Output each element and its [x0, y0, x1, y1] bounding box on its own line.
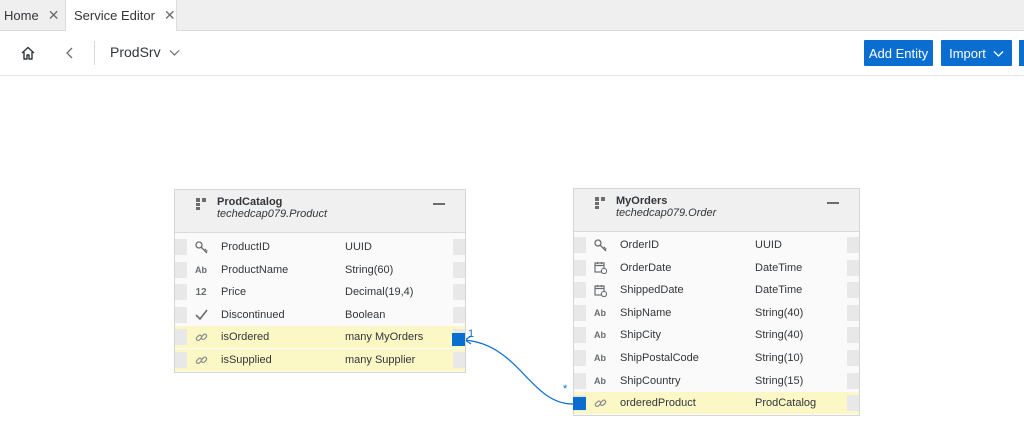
property-name: ProductName: [221, 263, 289, 276]
association-link: [463, 335, 574, 405]
property-type: String(40): [755, 306, 804, 319]
entity-prodcatalog[interactable]: ProdCatalog techedcap079.Product Product…: [174, 189, 466, 373]
entity-header[interactable]: MyOrders techedcap079.Order: [574, 189, 859, 232]
checkmark-icon: [194, 308, 208, 322]
property-row[interactable]: Ab ShipCountry String(15): [574, 370, 859, 392]
text-type-icon: Ab: [594, 307, 606, 318]
property-name: isOrdered: [221, 331, 270, 344]
link-icon: [194, 330, 208, 344]
entity-myorders[interactable]: MyOrders techedcap079.Order OrderID UUID O…: [573, 188, 860, 416]
property-name: ProductID: [221, 241, 270, 253]
property-type: Decimal(19,4): [345, 286, 414, 299]
row-left-handle[interactable]: [175, 329, 187, 346]
property-name: ShipCity: [620, 329, 661, 342]
property-row[interactable]: 12 Price Decimal(19,4): [175, 281, 465, 303]
row-right-handle[interactable]: [847, 327, 859, 344]
property-name: OrderID: [620, 239, 660, 251]
property-name: Price: [221, 286, 247, 299]
row-left-handle[interactable]: [574, 259, 586, 276]
row-left-handle[interactable]: [175, 284, 187, 301]
entity-subtitle: techedcap079.Order: [616, 207, 717, 219]
property-type: String(60): [345, 263, 394, 276]
property-row[interactable]: Ab ShipPostalCode String(10): [574, 347, 859, 369]
text-type-icon: Ab: [594, 330, 606, 341]
association-target-handle[interactable]: [573, 397, 586, 410]
property-row[interactable]: Discontinued Boolean: [175, 304, 465, 326]
entity-subtitle: techedcap079.Product: [217, 208, 328, 220]
property-name: Discontinued: [221, 308, 285, 321]
property-row[interactable]: orderedProduct ProdCatalog: [574, 392, 859, 415]
link-icon: [593, 396, 607, 410]
row-left-handle[interactable]: [574, 304, 586, 321]
property-name: ShipPostalCode: [620, 352, 699, 364]
row-left-handle[interactable]: [574, 372, 586, 389]
property-name: ShipName: [620, 306, 672, 319]
entity-icon: [196, 197, 206, 215]
entity-icon: [595, 196, 605, 214]
row-right-handle[interactable]: [847, 395, 859, 412]
target-cardinality: *: [563, 383, 568, 395]
source-cardinality: 1: [468, 328, 475, 340]
row-left-handle[interactable]: [574, 237, 586, 253]
row-left-handle[interactable]: [574, 350, 586, 366]
link-icon: [194, 353, 208, 367]
property-type: ProdCatalog: [755, 397, 817, 410]
calendar-icon: [593, 261, 607, 275]
property-row[interactable]: isSupplied many Supplier: [175, 349, 465, 371]
property-type: many MyOrders: [345, 331, 424, 344]
row-left-handle[interactable]: [175, 239, 187, 255]
property-row[interactable]: ShippedDate DateTime: [574, 279, 859, 301]
row-right-handle[interactable]: [453, 306, 465, 323]
property-name: isSupplied: [221, 354, 272, 366]
property-name: OrderDate: [620, 261, 672, 274]
calendar-icon: [593, 283, 607, 297]
row-left-handle[interactable]: [175, 261, 187, 278]
row-right-handle[interactable]: [453, 239, 465, 255]
property-name: ShipCountry: [620, 374, 681, 387]
property-row[interactable]: OrderID UUID: [574, 234, 859, 256]
minimize-icon[interactable]: [827, 202, 839, 204]
row-right-handle[interactable]: [847, 282, 859, 299]
entity-title: MyOrders: [616, 195, 668, 207]
text-type-icon: Ab: [195, 264, 207, 275]
property-row[interactable]: OrderDate DateTime: [574, 257, 859, 279]
minimize-icon[interactable]: [433, 203, 445, 205]
entity-header[interactable]: ProdCatalog techedcap079.Product: [175, 190, 465, 233]
text-type-icon: Ab: [594, 375, 606, 386]
row-right-handle[interactable]: [453, 284, 465, 301]
property-type: DateTime: [755, 261, 803, 274]
entity-title: ProdCatalog: [217, 196, 283, 208]
row-left-handle[interactable]: [175, 306, 187, 323]
text-type-icon: Ab: [594, 353, 606, 363]
row-right-handle[interactable]: [847, 259, 859, 276]
property-name: orderedProduct: [620, 397, 696, 410]
row-right-handle[interactable]: [847, 372, 859, 389]
row-right-handle[interactable]: [847, 350, 859, 366]
property-row[interactable]: Ab ProductName String(60): [175, 259, 465, 281]
property-type: many Supplier: [345, 354, 416, 366]
row-right-handle[interactable]: [453, 352, 465, 368]
property-type: String(10): [755, 352, 804, 364]
row-right-handle[interactable]: [847, 304, 859, 321]
key-icon: [194, 240, 208, 254]
property-type: UUID: [755, 239, 782, 251]
row-left-handle[interactable]: [574, 282, 586, 299]
property-type: DateTime: [755, 284, 803, 297]
property-type: String(40): [755, 329, 804, 342]
key-icon: [593, 238, 607, 252]
property-row[interactable]: ProductID UUID: [175, 236, 465, 258]
property-type: Boolean: [345, 308, 386, 321]
row-right-handle[interactable]: [453, 261, 465, 278]
row-left-handle[interactable]: [574, 327, 586, 344]
property-row[interactable]: isOrdered many MyOrders: [175, 326, 465, 349]
property-name: ShippedDate: [620, 284, 684, 297]
row-right-handle[interactable]: [847, 237, 859, 253]
row-left-handle[interactable]: [175, 352, 187, 368]
association-source-handle[interactable]: [452, 333, 465, 346]
property-type: UUID: [345, 241, 372, 253]
property-type: String(15): [755, 374, 804, 387]
number-type-icon: 12: [195, 286, 207, 298]
property-row[interactable]: Ab ShipCity String(40): [574, 324, 859, 346]
property-row[interactable]: Ab ShipName String(40): [574, 302, 859, 324]
